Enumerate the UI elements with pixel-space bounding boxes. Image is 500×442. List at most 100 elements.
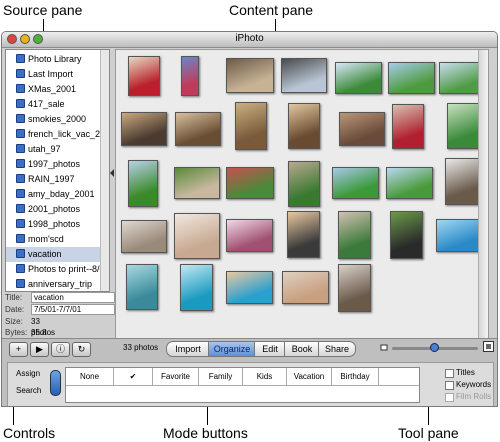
album-icon: [16, 264, 25, 273]
photo-thumbnail[interactable]: [226, 167, 274, 199]
album-label: 1997_photos: [28, 159, 81, 169]
album-icon: [16, 219, 25, 228]
zoom-slider-knob[interactable]: [430, 343, 439, 352]
photo-thumbnail[interactable]: [226, 271, 273, 304]
film-rolls-checkbox[interactable]: [445, 393, 454, 402]
keyword-none[interactable]: None: [66, 368, 114, 385]
add-album-button[interactable]: +: [9, 342, 28, 357]
keyword-family[interactable]: Family: [199, 368, 243, 385]
album-item[interactable]: 1997_photos: [6, 157, 109, 172]
album-item[interactable]: 417_sale: [6, 97, 109, 112]
callout-mode-buttons: Mode buttons: [163, 425, 248, 441]
photo-thumbnail[interactable]: [126, 264, 158, 310]
album-item[interactable]: 2001_photos: [6, 202, 109, 217]
photo-thumbnail[interactable]: [287, 211, 320, 258]
album-icon: [16, 129, 25, 138]
album-item[interactable]: amy_bday_2001: [6, 187, 109, 202]
mode-share[interactable]: Share: [318, 341, 356, 357]
callout-controls: Controls: [3, 425, 56, 441]
photo-thumbnail[interactable]: [335, 62, 382, 94]
photo-thumbnail[interactable]: [339, 112, 385, 146]
album-icon: [16, 99, 25, 108]
photo-thumbnail[interactable]: [226, 58, 274, 93]
slideshow-button[interactable]: ▶: [30, 342, 49, 357]
rotate-button[interactable]: ↻: [72, 342, 91, 357]
album-item[interactable]: RAIN_1997: [6, 172, 109, 187]
keyword-kids[interactable]: Kids: [243, 368, 287, 385]
title-bar: iPhoto: [2, 32, 497, 48]
photo-thumbnail[interactable]: [390, 211, 423, 259]
mode-book[interactable]: Book: [284, 341, 320, 357]
album-label: Photos to print--8/0: [28, 264, 105, 274]
photo-thumbnail[interactable]: [281, 58, 327, 93]
titles-checkbox[interactable]: [445, 369, 454, 378]
album-label: amy_bday_2001: [28, 189, 95, 199]
album-item[interactable]: french_lick_vac_200: [6, 127, 109, 142]
keyword-vacation[interactable]: Vacation: [287, 368, 332, 385]
keyword-favorite[interactable]: Favorite: [153, 368, 199, 385]
photo-thumbnail[interactable]: [180, 264, 213, 311]
pane-splitter-icon[interactable]: [110, 160, 114, 186]
photo-thumbnail[interactable]: [235, 102, 267, 150]
mode-import[interactable]: Import: [166, 341, 210, 357]
photo-thumbnail[interactable]: [288, 103, 320, 149]
date-field[interactable]: 7/5/01-7/7/01: [31, 304, 115, 315]
photo-thumbnail[interactable]: [181, 56, 199, 96]
album-label: 2001_photos: [28, 204, 81, 214]
album-icon: [16, 189, 25, 198]
callout-source-pane: Source pane: [3, 2, 83, 18]
album-item[interactable]: Photo Library: [6, 52, 109, 67]
album-item[interactable]: XMas_2001: [6, 82, 109, 97]
title-field[interactable]: vacation: [31, 292, 115, 303]
album-label: RAIN_1997: [28, 174, 75, 184]
search-label: Search: [16, 386, 42, 395]
content-scrollbar[interactable]: [478, 50, 488, 338]
photo-thumbnail[interactable]: [128, 160, 158, 207]
photo-thumbnail[interactable]: [226, 219, 273, 252]
assign-label: Assign: [16, 369, 41, 378]
keywords-checkbox[interactable]: [445, 381, 454, 390]
album-item[interactable]: mom'scd: [6, 232, 109, 247]
keyword-birthday[interactable]: Birthday: [332, 368, 379, 385]
album-item[interactable]: Photos to print--8/0: [6, 262, 109, 277]
album-icon: [16, 204, 25, 213]
album-item[interactable]: utah_97: [6, 142, 109, 157]
photo-thumbnail[interactable]: [288, 161, 320, 207]
photo-thumbnail[interactable]: [282, 271, 329, 304]
photo-thumbnail[interactable]: [174, 167, 220, 199]
album-icon: [16, 249, 25, 258]
callout-tool-pane: Tool pane: [398, 425, 459, 441]
album-item[interactable]: vacation: [6, 247, 109, 262]
photo-thumbnail[interactable]: [121, 220, 167, 253]
keyword-checkmark[interactable]: ✔: [114, 368, 153, 385]
photo-thumbnail[interactable]: [174, 213, 220, 259]
album-item[interactable]: smokies_2000: [6, 112, 109, 127]
album-label: 1998_photos: [28, 219, 81, 229]
album-icon: [16, 279, 25, 288]
photo-thumbnail[interactable]: [338, 264, 371, 312]
photo-thumbnail[interactable]: [175, 112, 221, 146]
photo-thumbnail[interactable]: [128, 56, 160, 96]
sidebar-scrollbar[interactable]: [100, 50, 109, 291]
photo-thumbnail[interactable]: [447, 103, 482, 149]
photo-thumbnail[interactable]: [332, 167, 379, 199]
iphoto-window: iPhoto Photo Library Last Import XMas_2001…: [1, 31, 498, 407]
photo-thumbnail[interactable]: [436, 219, 482, 252]
album-item[interactable]: 1998_photos: [6, 217, 109, 232]
assign-search-toggle[interactable]: [50, 370, 61, 396]
mode-edit[interactable]: Edit: [254, 341, 286, 357]
album-item[interactable]: Last Import: [6, 67, 109, 82]
titles-label: Titles: [456, 368, 475, 377]
photo-thumbnail[interactable]: [445, 158, 479, 205]
photo-count: 33 photos: [123, 343, 159, 352]
bottom-toolbar: + ▶ ⓘ ↻ 33 photos Import Organize Edit B…: [2, 338, 497, 406]
album-item[interactable]: anniversary_trip: [6, 277, 109, 291]
photo-thumbnail[interactable]: [388, 62, 435, 94]
album-info: Title: vacation Date: 7/5/01-7/7/01 Size…: [5, 292, 115, 348]
mode-organize[interactable]: Organize: [208, 341, 256, 357]
photo-thumbnail[interactable]: [338, 211, 371, 259]
photo-thumbnail[interactable]: [121, 112, 167, 146]
photo-thumbnail[interactable]: [392, 104, 424, 149]
photo-thumbnail[interactable]: [386, 167, 433, 199]
info-button[interactable]: ⓘ: [51, 342, 70, 357]
